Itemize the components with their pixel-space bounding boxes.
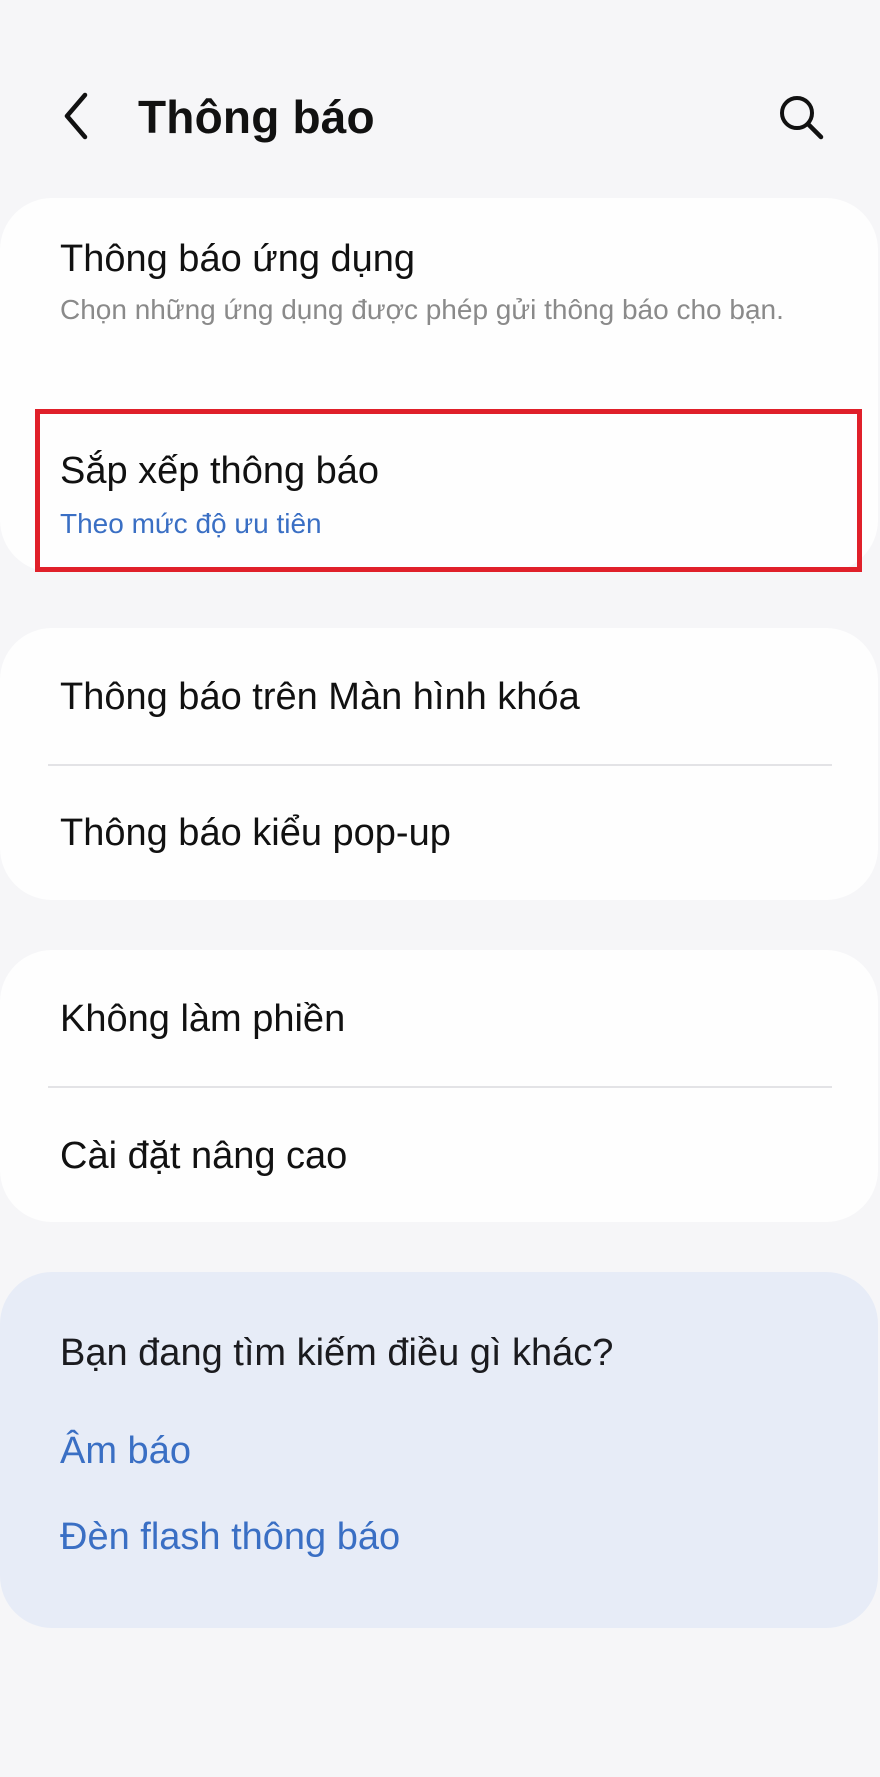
do-not-disturb-item[interactable]: Không làm phiền xyxy=(60,996,840,1042)
highlight-box xyxy=(35,409,862,572)
divider xyxy=(48,1086,832,1088)
advanced-settings-title: Cài đặt nâng cao xyxy=(60,1135,348,1177)
do-not-disturb-title: Không làm phiền xyxy=(60,998,346,1040)
app-notifications-item[interactable]: Thông báo ứng dụng Chọn những ứng dụng đ… xyxy=(60,236,840,331)
app-header: Thông báo xyxy=(0,0,880,200)
app-notifications-subtitle: Chọn những ứng dụng được phép gửi thông … xyxy=(60,294,784,325)
advanced-settings-item[interactable]: Cài đặt nâng cao xyxy=(60,1133,840,1179)
search-icon xyxy=(780,96,824,140)
popup-notifications-item[interactable]: Thông báo kiểu pop-up xyxy=(60,810,840,856)
suggestion-link-flash[interactable]: Đèn flash thông báo xyxy=(60,1514,400,1560)
lockscreen-notifications-title: Thông báo trên Màn hình khóa xyxy=(60,676,580,718)
suggestion-link-sounds[interactable]: Âm báo xyxy=(60,1428,191,1474)
app-notifications-title: Thông báo ứng dụng xyxy=(60,238,416,280)
page-title: Thông báo xyxy=(138,91,375,143)
divider xyxy=(48,764,832,766)
back-arrow-icon xyxy=(64,92,88,140)
lockscreen-notifications-item[interactable]: Thông báo trên Màn hình khóa xyxy=(60,674,840,720)
search-button[interactable] xyxy=(772,88,830,146)
back-button[interactable] xyxy=(50,86,102,146)
suggestions-title: Bạn đang tìm kiếm điều gì khác? xyxy=(60,1332,614,1374)
popup-notifications-title: Thông báo kiểu pop-up xyxy=(60,812,451,854)
